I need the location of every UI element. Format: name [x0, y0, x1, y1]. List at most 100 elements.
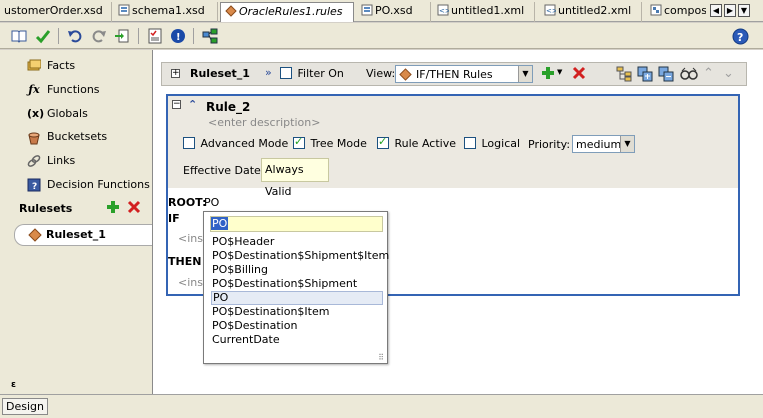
- move-down-icon[interactable]: ⌄: [723, 66, 734, 81]
- popup-option[interactable]: PO$Header: [211, 235, 383, 249]
- root-value[interactable]: PO: [204, 196, 219, 209]
- rule-active-checkbox[interactable]: Rule Active: [377, 135, 456, 150]
- move-up-icon[interactable]: ⌃: [703, 66, 714, 81]
- advanced-mode-checkbox[interactable]: Advanced Mode: [183, 137, 288, 150]
- tab-untitled1-xml[interactable]: <>untitled1.xml: [433, 2, 535, 22]
- search-input-text: PO: [211, 217, 229, 230]
- help-icon[interactable]: ?: [731, 27, 749, 45]
- tab-label: PO.xsd: [375, 4, 413, 17]
- advanced-mode-label: Advanced Mode: [200, 137, 289, 150]
- priority-label: Priority:: [528, 138, 571, 151]
- tree-mode-checkbox[interactable]: Tree Mode: [293, 135, 367, 150]
- fact-type-search-input[interactable]: PO: [210, 216, 383, 232]
- tab-schema1-xsd[interactable]: schema1.xsd: [114, 2, 218, 22]
- book-icon[interactable]: [10, 27, 28, 45]
- rulesets-heading: Rulesets: [19, 202, 73, 215]
- delete-x-icon: [572, 66, 586, 80]
- redo-icon[interactable]: [90, 27, 108, 45]
- undo-icon[interactable]: [66, 27, 84, 45]
- sidebar-item-links[interactable]: Links: [47, 153, 75, 169]
- sidebar-item-bucketsets[interactable]: Bucketsets: [47, 129, 107, 145]
- tab-composite[interactable]: composit: [646, 2, 706, 22]
- ruleset-icon: [28, 228, 42, 242]
- globals-icon: (x): [27, 107, 45, 120]
- sidebar-item-ruleset-1[interactable]: Ruleset_1: [14, 224, 154, 246]
- add-rule-dropdown-icon[interactable]: ▼: [557, 68, 562, 76]
- sidebar-item-globals[interactable]: Globals: [47, 106, 88, 122]
- tab-label: untitled1.xml: [451, 4, 525, 17]
- checkbox-box: [280, 67, 292, 79]
- add-ruleset-button[interactable]: [106, 200, 120, 214]
- delete-rule-button[interactable]: [572, 66, 586, 83]
- expand-rules-button[interactable]: [637, 66, 653, 85]
- view-select[interactable]: IF/THEN Rules ▼: [395, 65, 533, 83]
- delete-x-icon: [127, 200, 141, 214]
- sidebar-item-facts[interactable]: Facts: [47, 58, 75, 74]
- collapse-all-icon[interactable]: »: [265, 66, 272, 79]
- expand-ruleset-toggle[interactable]: +: [171, 69, 180, 78]
- find-button[interactable]: [680, 66, 698, 85]
- popup-option[interactable]: PO$Billing: [211, 263, 383, 277]
- rules-navigator-panel: Facts ƒx Functions (x) Globals Bucketset…: [0, 50, 154, 394]
- popup-option[interactable]: CurrentDate: [211, 333, 383, 347]
- xsd-file-icon: [118, 4, 130, 16]
- rule-active-label: Rule Active: [394, 137, 456, 150]
- svg-text:<>: <>: [439, 7, 449, 15]
- popup-option[interactable]: PO$Destination$Shipment: [211, 277, 383, 291]
- links-icon: [27, 155, 41, 167]
- rules-file-icon: [225, 5, 237, 17]
- plus-icon: [542, 67, 554, 79]
- import-icon[interactable]: [113, 27, 131, 45]
- filter-on-label: Filter On: [297, 67, 344, 80]
- effective-date-field[interactable]: Always Valid: [261, 158, 329, 198]
- tab-label: ustomerOrder.xsd: [4, 4, 103, 17]
- sidebar-item-functions[interactable]: Functions: [47, 82, 100, 98]
- popup-option[interactable]: PO$Destination$Item: [211, 305, 383, 319]
- xsd-file-icon: [361, 4, 373, 16]
- checklist-icon[interactable]: [146, 27, 164, 45]
- editor-mode-tabs: Design: [0, 394, 763, 418]
- resize-grip-icon[interactable]: ⠿: [378, 353, 384, 362]
- tab-untitled2-xml[interactable]: <>untitled2.xml: [540, 2, 642, 22]
- priority-select-value: medium: [576, 138, 622, 151]
- add-rule-button[interactable]: [541, 66, 555, 83]
- sidebar-item-decision-functions[interactable]: Decision Functions: [47, 177, 150, 193]
- ruleset-title: Ruleset_1: [190, 67, 250, 80]
- validate-check-icon[interactable]: [34, 27, 52, 45]
- tab-label: untitled2.xml: [558, 4, 632, 17]
- delete-ruleset-button[interactable]: [127, 200, 141, 214]
- scroll-tabs-right-button[interactable]: ▶: [724, 4, 736, 17]
- scroll-tabs-left-button[interactable]: ◀: [710, 4, 722, 17]
- tab-list-dropdown-button[interactable]: ▼: [738, 4, 750, 17]
- tab-design[interactable]: Design: [2, 398, 48, 415]
- tree-view-button[interactable]: [616, 66, 632, 85]
- priority-select[interactable]: medium ▼: [572, 135, 635, 153]
- rule-name[interactable]: Rule_2: [206, 100, 250, 114]
- filter-on-checkbox[interactable]: Filter On: [280, 67, 344, 80]
- chevron-up-icon[interactable]: ⌃: [188, 98, 197, 111]
- rule-description-field[interactable]: <enter description>: [208, 116, 320, 129]
- popup-option-selected[interactable]: PO: [211, 291, 383, 305]
- logical-checkbox[interactable]: Logical: [464, 137, 520, 150]
- bucketsets-icon: [28, 132, 40, 145]
- xml-file-icon: <>: [544, 4, 556, 16]
- collapse-panel-icon[interactable]: ɛ: [11, 380, 16, 390]
- expand-icon: [637, 66, 653, 82]
- tab-customerorder-xsd[interactable]: ustomerOrder.xsd: [0, 2, 112, 22]
- popup-option[interactable]: PO$Destination$Shipment$Item: [211, 249, 389, 263]
- collapse-rules-button[interactable]: [658, 66, 674, 85]
- then-label: THEN: [168, 255, 202, 268]
- svg-text:<>: <>: [546, 7, 556, 15]
- tab-label: schema1.xsd: [132, 4, 205, 17]
- info-icon[interactable]: !: [169, 27, 187, 45]
- deploy-icon[interactable]: [201, 27, 219, 45]
- ruleset-label: Ruleset_1: [46, 228, 106, 241]
- popup-option[interactable]: PO$Destination: [211, 319, 383, 333]
- view-label: View:: [366, 67, 396, 80]
- tab-oraclerules1-rules[interactable]: OracleRules1.rules: [220, 2, 354, 22]
- checkbox-box: [183, 137, 195, 149]
- tab-po-xsd[interactable]: PO.xsd: [357, 2, 431, 22]
- glasses-icon: [680, 67, 698, 80]
- collapse-rule-toggle[interactable]: −: [172, 100, 181, 109]
- ruleset-header-bar: + Ruleset_1 » Filter On View: IF/THEN Ru…: [161, 62, 747, 86]
